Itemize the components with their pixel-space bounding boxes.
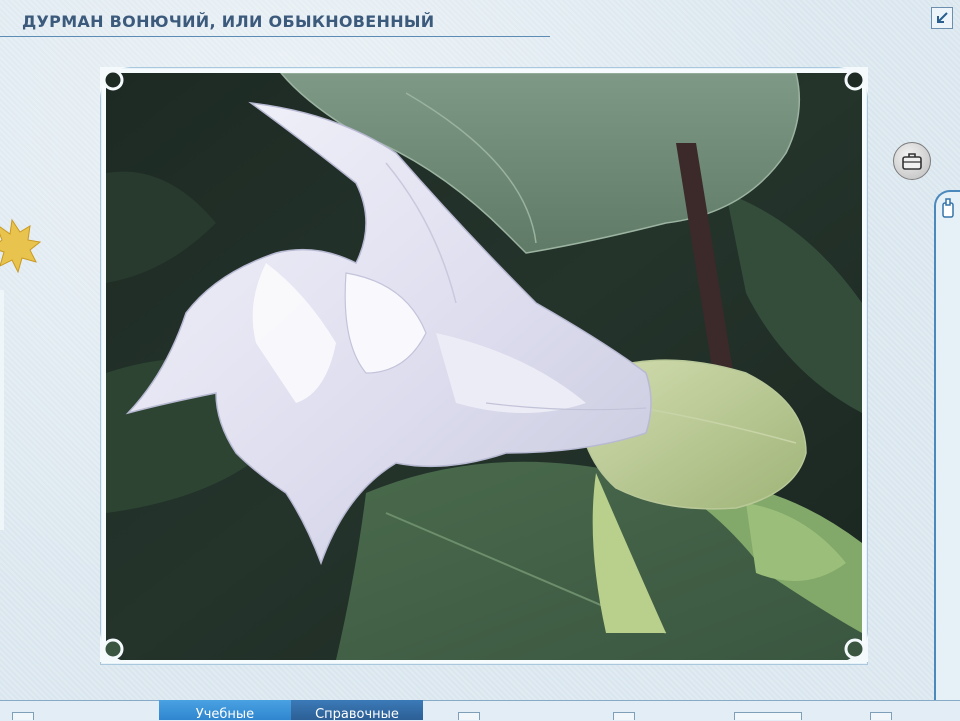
tab-reference[interactable]: Справочные (291, 700, 423, 720)
collapse-button[interactable] (931, 7, 953, 29)
tab-study[interactable]: Учебные (159, 700, 291, 720)
photo-corner-top-left (100, 67, 132, 99)
side-panel-tab[interactable] (934, 190, 960, 700)
arrow-down-left-icon (937, 12, 948, 23)
photo-corner-bottom-right (836, 630, 868, 662)
title-divider (0, 36, 550, 37)
photo-corner-bottom-left (100, 630, 132, 662)
clip-icon (942, 198, 954, 218)
bottom-toolbar-button-5[interactable] (870, 712, 892, 720)
bottom-toolbar-button-3[interactable] (613, 712, 635, 720)
page-title: ДУРМАН ВОНЮЧИЙ, ИЛИ ОБЫКНОВЕННЫЙ (22, 12, 435, 31)
bottom-toolbar-button-4[interactable] (734, 712, 802, 720)
left-edge-strip (0, 290, 4, 530)
side-panel-toggle[interactable] (937, 196, 959, 220)
maple-leaf-icon (0, 218, 42, 274)
briefcase-button[interactable] (893, 142, 931, 180)
briefcase-icon (902, 153, 922, 170)
photo-corner-top-right (836, 67, 868, 99)
bottom-toolbar-button-1[interactable] (12, 712, 34, 720)
datura-photo (106, 73, 862, 660)
bottom-toolbar-button-2[interactable] (458, 712, 480, 720)
bottom-toolbar (0, 700, 960, 721)
